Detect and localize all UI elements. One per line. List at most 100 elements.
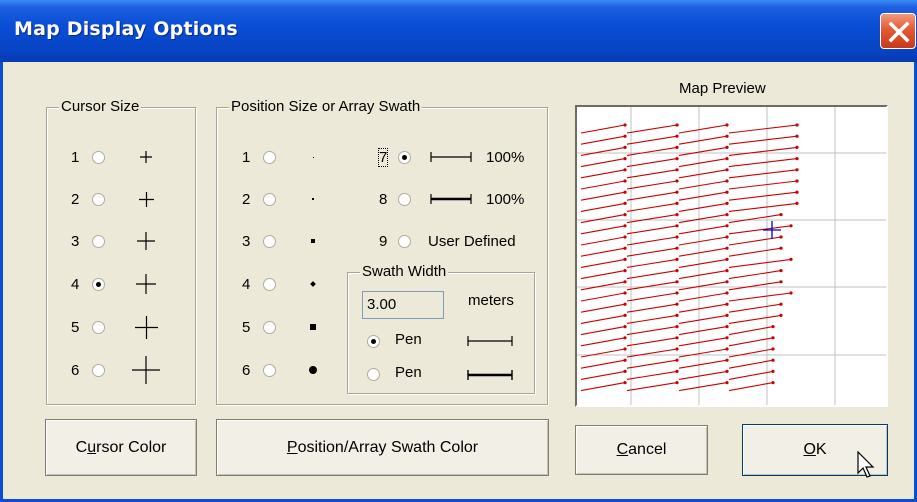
position-size-radio[interactable] (263, 193, 276, 206)
preview-swath-line (580, 370, 626, 380)
pen2-radio[interactable] (367, 368, 380, 381)
close-button[interactable] (880, 13, 916, 49)
cursor-size-cross-icon (134, 315, 158, 339)
preview-swath-line (678, 225, 728, 235)
preview-swath-point (725, 381, 729, 385)
user-defined-label: User Defined (428, 233, 516, 250)
cursor-size-number: 6 (71, 362, 80, 379)
swath-width-input[interactable]: 3.00 (362, 291, 444, 319)
preview-swath-line (728, 225, 792, 235)
preview-swath-line (580, 303, 626, 313)
preview-swath-point (623, 224, 627, 228)
preview-swath-point (675, 179, 679, 183)
preview-swath-line (626, 180, 678, 190)
preview-swath-line (678, 191, 728, 201)
preview-swath-line (626, 146, 678, 156)
cursor-size-radio[interactable] (92, 364, 105, 377)
position-size-radio[interactable] (398, 151, 411, 164)
position-size-number: 5 (242, 319, 251, 336)
preview-swath-point (623, 313, 627, 317)
position-size-radio[interactable] (263, 364, 276, 377)
position-size-number: 6 (242, 362, 251, 379)
swath-line-thick-icon (430, 194, 472, 204)
position-size-radio[interactable] (263, 235, 276, 248)
preview-swath-line (626, 359, 678, 369)
preview-swath-line (626, 214, 678, 224)
cursor-size-radio[interactable] (92, 151, 105, 164)
preview-swath-line (580, 337, 626, 347)
preview-swath-line (626, 314, 678, 324)
cancel-button[interactable]: Cancel (575, 425, 708, 475)
preview-swath-point (779, 246, 783, 250)
position-size-number: 7 (377, 148, 389, 167)
close-icon (888, 21, 910, 43)
position-size-number: 8 (379, 191, 388, 208)
preview-swath-point (725, 280, 729, 284)
preview-swath-point (623, 134, 627, 138)
cursor-size-cross-icon (137, 232, 155, 250)
position-size-number: 2 (242, 191, 251, 208)
preview-swath-line (678, 337, 728, 347)
position-size-legend: Position Size or Array Swath (229, 98, 423, 115)
position-size-radio[interactable] (263, 321, 276, 334)
preview-swath-point (675, 257, 679, 261)
position-size-dot-icon (312, 198, 314, 200)
preview-swath-line (728, 158, 798, 168)
preview-swath-line (678, 292, 728, 302)
preview-swath-point (779, 302, 783, 306)
preview-swath-point (725, 269, 729, 273)
preview-swath-point (771, 358, 775, 362)
preview-swath-point (675, 201, 679, 205)
preview-swath-point (675, 145, 679, 149)
preview-swath-line (728, 236, 782, 246)
preview-swath-point (675, 224, 679, 228)
title-bar[interactable]: Map Display Options (0, 0, 917, 62)
preview-swath-point (623, 201, 627, 205)
preview-swath-point (725, 302, 729, 306)
position-size-radio[interactable] (263, 151, 276, 164)
preview-swath-point (675, 347, 679, 351)
cursor-color-button[interactable]: Cursor Color (45, 419, 197, 476)
preview-swath-line (580, 214, 626, 224)
preview-swath-point (725, 291, 729, 295)
preview-swath-line (678, 169, 728, 179)
preview-swath-point (725, 246, 729, 250)
pen1-radio[interactable] (367, 335, 380, 348)
cursor-color-label: Cursor Color (75, 438, 167, 456)
position-size-dot-icon (311, 239, 315, 243)
preview-swath-line (626, 370, 678, 380)
cursor-size-radio[interactable] (92, 278, 105, 291)
preview-swath-line (728, 303, 782, 313)
cursor-size-number: 2 (71, 191, 80, 208)
position-size-radio[interactable] (398, 235, 411, 248)
cancel-label: Cancel (616, 441, 667, 458)
cursor-size-radio[interactable] (92, 193, 105, 206)
dialog-window: Map Display Options Cursor Size Position… (0, 0, 917, 502)
preview-swath-line (626, 337, 678, 347)
preview-swath-point (725, 336, 729, 340)
preview-swath-point (623, 246, 627, 250)
preview-swath-line (678, 124, 728, 134)
preview-swath-line (580, 314, 626, 324)
preview-swath-point (789, 257, 793, 261)
preview-swath-point (623, 280, 627, 284)
preview-swath-point (623, 381, 627, 385)
preview-swath-point (725, 201, 729, 205)
preview-swath-line (580, 191, 626, 201)
preview-swath-point (623, 302, 627, 306)
cursor-size-radio[interactable] (92, 321, 105, 334)
preview-swath-point (789, 291, 793, 295)
preview-swath-line (678, 135, 728, 145)
cursor-size-radio[interactable] (92, 235, 105, 248)
preview-swath-line (580, 124, 626, 134)
position-size-radio[interactable] (398, 193, 411, 206)
preview-swath-line (728, 180, 798, 190)
preview-swath-line (728, 337, 774, 347)
preview-swath-line (626, 292, 678, 302)
position-size-radio[interactable] (263, 278, 276, 291)
swath-color-button[interactable]: Position/Array Swath Color (216, 419, 549, 476)
preview-swath-line (580, 135, 626, 145)
preview-swath-line (728, 382, 774, 392)
preview-swath-line (678, 382, 728, 392)
preview-swath-line (626, 247, 678, 257)
